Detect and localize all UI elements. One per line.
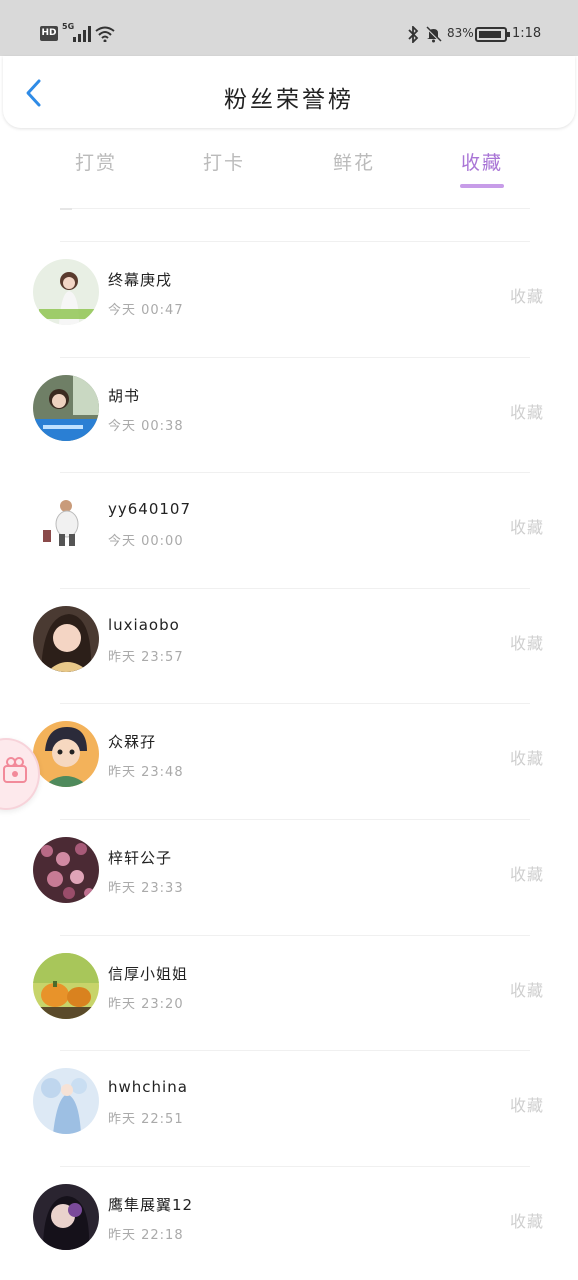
- bell-muted-icon: [426, 26, 442, 43]
- wifi-icon: [95, 26, 115, 42]
- favorite-label: 收藏: [509, 1096, 544, 1116]
- fan-time: 昨天 23:20: [108, 996, 184, 1012]
- fan-name: 胡书: [108, 386, 141, 405]
- avatar: [33, 605, 99, 672]
- tab-flowers[interactable]: 鲜花: [304, 148, 404, 175]
- fan-time: 昨天 22:18: [108, 1227, 184, 1243]
- fan-name: 鹰隼展翼12: [108, 1195, 194, 1214]
- signal-icon: [73, 26, 91, 42]
- fan-time: 昨天 23:57: [108, 649, 184, 665]
- avatar: [33, 1068, 99, 1135]
- tab-checkin[interactable]: 打卡: [174, 148, 274, 175]
- favorite-label: 收藏: [509, 287, 544, 306]
- battery-percent: 83%: [447, 26, 474, 40]
- avatar: [33, 374, 99, 441]
- avatar: [33, 259, 99, 325]
- tab-reward[interactable]: 打赏: [46, 148, 146, 175]
- favorite-label: 收藏: [509, 980, 544, 1000]
- avatar: [33, 490, 99, 557]
- favorite-label: 收藏: [509, 864, 544, 884]
- divider: [60, 1050, 530, 1052]
- fan-time: 昨天 22:51: [108, 1112, 184, 1128]
- list-item[interactable]: 众槑孖 昨天 23:48 收藏: [0, 703, 578, 819]
- app-header: 粉丝荣誉榜: [3, 56, 575, 128]
- fan-name: hwhchina: [108, 1078, 188, 1097]
- hd-indicator: HD: [40, 26, 58, 41]
- fan-name: 梓轩公子: [108, 848, 173, 867]
- list-item[interactable]: luxiaobo 昨天 23:57 收藏: [0, 587, 578, 704]
- divider: [60, 208, 72, 210]
- clock: 1:18: [512, 26, 542, 41]
- fan-name: 信厚小姐姐: [108, 964, 189, 983]
- avatar: [33, 836, 99, 903]
- list-item[interactable]: 鹰隼展翼12 昨天 22:18 收藏: [0, 1165, 578, 1280]
- fan-time: 今天 00:00: [108, 534, 184, 550]
- list-item[interactable]: hwhchina 昨天 22:51 收藏: [0, 1050, 578, 1166]
- status-bar: HD 5G 83% 1:18: [0, 0, 578, 56]
- active-tab-indicator: [460, 184, 504, 188]
- battery-icon: [475, 27, 510, 42]
- divider: [60, 587, 530, 589]
- favorite-label: 收藏: [509, 1211, 544, 1231]
- divider: [60, 818, 530, 820]
- bluetooth-icon: [408, 26, 419, 43]
- favorite-label: 收藏: [509, 402, 544, 422]
- fan-time: 今天 00:38: [108, 418, 184, 434]
- divider: [60, 208, 530, 209]
- fan-time: 昨天 23:48: [108, 765, 184, 781]
- avatar: [33, 721, 99, 788]
- list-item[interactable]: 梓轩公子 昨天 23:33 收藏: [0, 818, 578, 935]
- tab-favorites[interactable]: 收藏: [432, 148, 532, 175]
- gift-box-icon: [3, 757, 27, 783]
- divider: [60, 472, 530, 474]
- page-title: 粉丝荣誉榜: [224, 87, 354, 113]
- list-item[interactable]: 终幕庚戌 今天 00:47 收藏: [0, 241, 578, 357]
- fan-name: 终幕庚戌: [108, 271, 173, 289]
- list-item[interactable]: yy640107 今天 00:00 收藏: [0, 472, 578, 588]
- avatar: [33, 1183, 99, 1250]
- divider: [60, 1165, 530, 1167]
- fan-list: 终幕庚戌 今天 00:47 收藏 胡书 今天 00:38 收藏 yy640107…: [0, 241, 578, 1280]
- favorite-label: 收藏: [509, 633, 544, 653]
- list-item[interactable]: 胡书 今天 00:38 收藏: [0, 356, 578, 473]
- favorite-label: 收藏: [509, 749, 544, 769]
- divider: [60, 934, 530, 936]
- fan-name: 众槑孖: [108, 733, 157, 752]
- divider: [60, 356, 530, 358]
- list-item[interactable]: 信厚小姐姐 昨天 23:20 收藏: [0, 934, 578, 1051]
- fan-time: 昨天 23:33: [108, 880, 184, 896]
- avatar: [33, 952, 99, 1019]
- favorite-label: 收藏: [509, 518, 544, 538]
- fan-name: yy640107: [108, 500, 192, 519]
- tab-bar: 打赏 打卡 鲜花 收藏: [0, 140, 578, 190]
- fan-time: 今天 00:47: [108, 303, 184, 318]
- divider: [60, 241, 530, 242]
- fan-name: luxiaobo: [108, 615, 180, 634]
- divider: [60, 703, 530, 705]
